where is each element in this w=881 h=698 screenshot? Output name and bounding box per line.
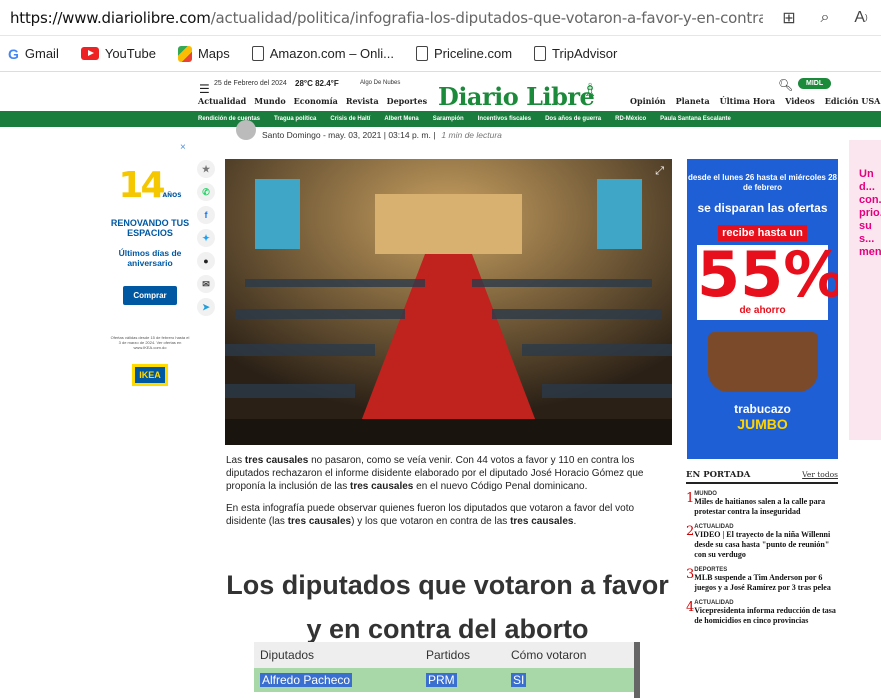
nav-actualidad[interactable]: Actualidad bbox=[198, 96, 246, 106]
votes-table: Diputados Partidos Cómo votaron Alfredo … bbox=[254, 642, 634, 692]
bookmark-tripadvisor[interactable]: TripAdvisor bbox=[534, 46, 617, 61]
page-icon bbox=[251, 46, 264, 61]
address-bar[interactable]: https://www.diariolibre.com/actualidad/p… bbox=[0, 0, 881, 36]
topic-link[interactable]: RD-México bbox=[615, 116, 646, 122]
main-nav-left: Actualidad Mundo Economía Revista Deport… bbox=[198, 96, 427, 106]
ad-anniversary-number: 14AÑOS bbox=[118, 165, 182, 206]
byline: Santo Domingo - may. 03, 2021 | 03:14 p.… bbox=[236, 120, 502, 140]
portada-title: EN PORTADA bbox=[686, 470, 751, 480]
topic-link[interactable]: Albert Mena bbox=[384, 116, 418, 122]
main-nav-right: Opinión Planeta Última Hora Videos Edici… bbox=[630, 96, 880, 106]
read-time: 1 min de lectura bbox=[441, 130, 502, 140]
share-bar: ★ ✆ f ✦ ● ✉ ➤ bbox=[197, 160, 215, 316]
bookmark-youtube[interactable]: YouTube bbox=[80, 46, 156, 61]
twitter-icon[interactable]: ✦ bbox=[197, 229, 215, 247]
apps-icon[interactable]: ⊞ bbox=[779, 8, 799, 28]
read-aloud-icon[interactable]: A) bbox=[851, 8, 871, 28]
bookmark-maps[interactable]: Maps bbox=[177, 45, 230, 62]
search-icon[interactable]: 🔍︎ bbox=[778, 78, 793, 92]
ad-headline: RENOVANDO TUS ESPACIOS bbox=[110, 218, 190, 238]
site-logo[interactable]: Diario Libre bbox=[438, 82, 595, 111]
header-date: 25 de Febrero del 2024 bbox=[214, 80, 287, 87]
nav-ultima-hora[interactable]: Última Hora bbox=[720, 96, 775, 106]
midl-button[interactable]: MIDL bbox=[798, 78, 832, 89]
zoom-icon[interactable]: ⌕ bbox=[815, 8, 835, 28]
nav-videos[interactable]: Videos bbox=[785, 96, 815, 106]
portada-item[interactable]: 1 MUNDO Miles de haitianos salen a la call… bbox=[686, 491, 838, 517]
author-avatar bbox=[236, 120, 256, 140]
article-paragraph-1: Las tres causales no pasaron, como se ve… bbox=[226, 455, 644, 492]
nav-deportes[interactable]: Deportes bbox=[387, 96, 427, 106]
byline-date: Santo Domingo - may. 03, 2021 | 03:14 p.… bbox=[262, 130, 436, 140]
telegram-icon[interactable]: ➤ bbox=[197, 298, 215, 316]
ver-todos-link[interactable]: Ver todos bbox=[802, 470, 838, 480]
nav-economia[interactable]: Economía bbox=[294, 96, 338, 106]
article-body: Las tres causales no pasaron, como se ve… bbox=[226, 454, 671, 537]
close-ad-icon[interactable]: × bbox=[180, 142, 186, 153]
comment-icon[interactable]: ● bbox=[197, 252, 215, 270]
article-photo: ⤢ bbox=[225, 159, 672, 445]
bookmark-amazon[interactable]: Amazon.com – Onli... bbox=[251, 46, 394, 61]
ad-fine-print: Ofertas válidas desde 15 de febrero hast… bbox=[110, 335, 190, 350]
far-right-ad[interactable]: Un d... con... prio... su s... men... bbox=[849, 140, 881, 440]
en-portada: EN PORTADA Ver todos 1 MUNDO Miles de haiti… bbox=[686, 470, 838, 626]
topic-link[interactable]: Dos años de guerra bbox=[545, 116, 601, 122]
page-icon bbox=[534, 46, 547, 61]
nav-opinion[interactable]: Opinión bbox=[630, 96, 666, 106]
portada-item[interactable]: 2 ACTUALIDAD VIDEO | El trayecto de la niñ… bbox=[686, 524, 838, 560]
gmail-icon: G bbox=[8, 45, 19, 62]
cannon-image bbox=[707, 332, 818, 392]
url-text[interactable]: https://www.diariolibre.com/actualidad/p… bbox=[10, 9, 763, 27]
bookmark-priceline[interactable]: Priceline.com bbox=[416, 46, 512, 61]
maps-icon bbox=[177, 45, 192, 62]
table-scrollbar[interactable] bbox=[634, 642, 640, 698]
chamber-photo bbox=[225, 159, 672, 445]
facebook-icon[interactable]: f bbox=[197, 206, 215, 224]
right-ad-jumbo[interactable]: desde el lunes 26 hasta el miércoles 28 … bbox=[687, 159, 838, 459]
bookmark-gmail[interactable]: G Gmail bbox=[8, 46, 59, 62]
topic-link[interactable]: Crisis de Haití bbox=[330, 116, 370, 122]
whatsapp-icon[interactable]: ✆ bbox=[197, 183, 215, 201]
menu-icon[interactable]: ☰ bbox=[199, 82, 211, 96]
email-icon[interactable]: ✉ bbox=[197, 275, 215, 293]
weather-temp: 28°C 82.4°F bbox=[295, 79, 339, 88]
topic-link[interactable]: Sarampión bbox=[433, 116, 464, 122]
site-header: ☰ 25 de Febrero del 2024 28°C 82.4°F Alg… bbox=[0, 74, 881, 112]
portada-item[interactable]: 4 ACTUALIDAD Vicepresidenta informa reducc… bbox=[686, 600, 838, 626]
topic-link[interactable]: Paula Santana Escalante bbox=[660, 116, 731, 122]
table-header: Diputados Partidos Cómo votaron bbox=[254, 642, 634, 668]
weather-desc: Algo De Nubes bbox=[360, 80, 401, 86]
nav-mundo[interactable]: Mundo bbox=[254, 96, 285, 106]
ad-subheadline: Últimos días de aniversario bbox=[118, 248, 182, 268]
youtube-icon bbox=[80, 47, 99, 60]
article-paragraph-2: En esta infografía puede observar quiene… bbox=[226, 503, 635, 527]
star-icon[interactable]: ★ bbox=[197, 160, 215, 178]
nav-planeta[interactable]: Planeta bbox=[676, 96, 710, 106]
page-icon bbox=[416, 46, 429, 61]
expand-icon[interactable]: ⤢ bbox=[655, 165, 664, 178]
table-row[interactable]: Alfredo Pacheco PRM SI bbox=[254, 668, 634, 692]
topic-link[interactable]: Tragua política bbox=[274, 116, 316, 122]
bookmarks-bar: G Gmail YouTube Maps Amazon.com – Onli...… bbox=[0, 36, 881, 72]
nav-revista[interactable]: Revista bbox=[346, 96, 379, 106]
logo-mark-icon: ♗ bbox=[582, 80, 599, 100]
ikea-logo: IKEA bbox=[132, 364, 168, 386]
topic-link[interactable]: Incentivos fiscales bbox=[478, 116, 531, 122]
nav-edicion-usa[interactable]: Edición USA bbox=[825, 96, 881, 106]
ad-comprar-button[interactable]: Comprar bbox=[123, 286, 177, 305]
portada-item[interactable]: 3 DEPORTES MLB suspende a Tim Anderson por… bbox=[686, 567, 838, 593]
left-ad[interactable]: 14AÑOS RENOVANDO TUS ESPACIOS Últimos dí… bbox=[110, 168, 190, 418]
topics-bar: Rendición de cuentas Tragua política Cri… bbox=[0, 111, 881, 127]
infographic-title: Los diputados que votaron a favor y en c… bbox=[226, 570, 669, 644]
